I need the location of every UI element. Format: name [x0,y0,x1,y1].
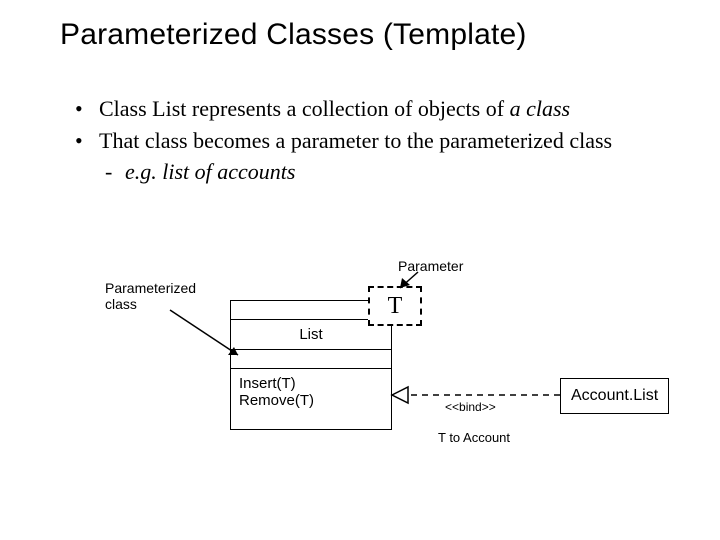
label-param-class-l1: Parameterized [105,280,196,296]
uml-top-empty [231,301,391,320]
uml-diagram: Parameterized class Parameter List Inser… [0,0,720,540]
template-parameter-box: T [368,286,422,326]
template-parameter-t: T [388,293,403,320]
uml-op-insert: Insert(T) [239,375,383,392]
uml-op-remove: Remove(T) [239,392,383,409]
uml-attr-empty [231,350,391,369]
bound-class-box: Account.List [560,378,669,414]
label-param-class-l2: class [105,296,137,312]
binding-text: T to Account [438,430,510,445]
diagram-svg [0,0,720,540]
uml-class-name: List [231,320,391,350]
label-param-class: Parameterized class [105,280,196,312]
label-parameter: Parameter [398,258,463,274]
bind-stereotype: <<bind>> [445,400,496,414]
uml-operations: Insert(T) Remove(T) [231,369,391,429]
